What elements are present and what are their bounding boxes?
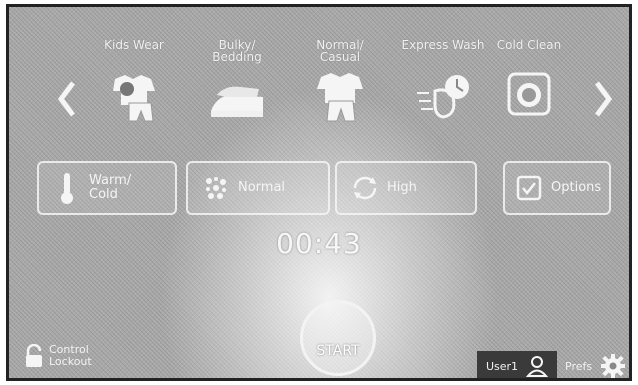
- lock-icon: [26, 344, 42, 367]
- kids-clothes-icon: [113, 75, 155, 122]
- cycle-label: Normal/ Casual: [316, 38, 364, 64]
- cold-clean-icon: [507, 72, 551, 116]
- thermometer-icon: [51, 172, 83, 204]
- prefs-button[interactable]: Prefs: [565, 353, 626, 378]
- temperature-value: Warm/ Cold: [89, 173, 132, 202]
- spin-speed-value: High: [387, 180, 417, 195]
- options-button[interactable]: Options: [503, 161, 611, 215]
- cycle-label: Kids Wear: [104, 38, 164, 52]
- control-lockout-label: Control Lockout: [49, 343, 92, 368]
- chevron-left-icon: [57, 81, 75, 117]
- user-label: User1: [485, 359, 519, 373]
- prev-cycle-button[interactable]: [53, 79, 83, 119]
- washer-screen: Kids Wear Bulky/ Bedding Normal/ Casual …: [6, 4, 632, 381]
- cycle-normal-casual[interactable]: Normal/ Casual: [290, 39, 390, 123]
- spin-icon: [349, 172, 381, 204]
- checkbox-icon: [513, 172, 545, 204]
- cycle-express-wash[interactable]: Express Wash: [393, 39, 493, 123]
- user-icon: [526, 356, 549, 377]
- time-remaining: 00:43: [276, 227, 362, 260]
- soil-level-value: Normal: [238, 180, 286, 195]
- express-wash-icon: [417, 75, 469, 119]
- chevron-right-icon: [595, 81, 613, 117]
- start-label: START: [316, 343, 360, 359]
- control-lockout-button[interactable]: Control Lockout: [23, 344, 92, 368]
- user-button[interactable]: User1: [477, 351, 557, 378]
- bedding-icon: [211, 86, 263, 117]
- next-cycle-button[interactable]: [587, 79, 617, 119]
- cycle-label: Cold Clean: [496, 38, 562, 52]
- cycle-label: Express Wash: [401, 38, 485, 52]
- soil-level-button[interactable]: Normal: [186, 161, 330, 215]
- prefs-label: Prefs: [565, 359, 593, 373]
- cycle-bulky-bedding[interactable]: Bulky/ Bedding: [187, 39, 287, 123]
- cycle-kids-wear[interactable]: Kids Wear: [84, 39, 184, 123]
- cycle-cold-clean[interactable]: Cold Clean: [479, 39, 579, 117]
- soil-icon: [200, 172, 232, 204]
- temperature-button[interactable]: Warm/ Cold: [37, 161, 177, 215]
- options-label: Options: [551, 180, 602, 195]
- cycle-label: Bulky/ Bedding: [212, 38, 262, 64]
- shirt-pants-icon: [317, 73, 363, 122]
- gear-icon: [601, 354, 626, 378]
- start-button[interactable]: START: [300, 300, 376, 376]
- spin-speed-button[interactable]: High: [335, 161, 477, 215]
